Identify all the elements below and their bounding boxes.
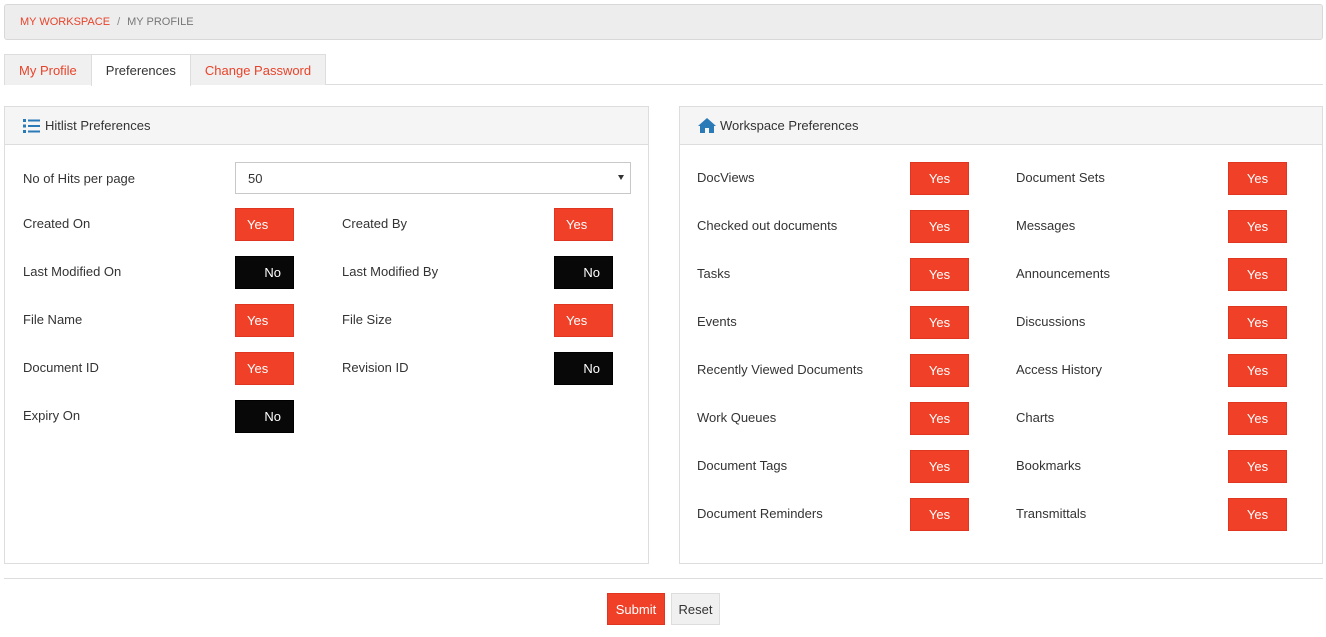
created-by-toggle[interactable]: Yes (554, 208, 613, 241)
reset-button[interactable]: Reset (671, 593, 720, 625)
file-name-label: File Name (23, 312, 83, 327)
transmittals-label: Transmittals (1016, 506, 1087, 521)
breadcrumb-separator: / (117, 16, 121, 28)
tab-change-password[interactable]: Change Password (189, 54, 327, 85)
messages-toggle[interactable]: Yes (1228, 210, 1287, 243)
last-modified-by-toggle[interactable]: No (554, 256, 613, 289)
created-by-label: Created By (342, 216, 408, 231)
breadcrumb-workspace-link[interactable]: MY WORKSPACE (20, 16, 110, 28)
breadcrumb-current: MY PROFILE (127, 16, 194, 28)
document-tags-label: Document Tags (697, 458, 788, 473)
announcements-toggle[interactable]: Yes (1228, 258, 1287, 291)
work-queues-label: Work Queues (697, 410, 777, 425)
workspace-panel-title: Workspace Preferences (720, 118, 859, 133)
hitlist-panel-title: Hitlist Preferences (45, 118, 151, 133)
document-reminders-toggle[interactable]: Yes (910, 498, 969, 531)
recently-viewed-documents-toggle[interactable]: Yes (910, 354, 969, 387)
file-name-toggle[interactable]: Yes (235, 304, 294, 337)
document-tags-toggle[interactable]: Yes (910, 450, 969, 483)
transmittals-toggle[interactable]: Yes (1228, 498, 1287, 531)
caret-down-icon (618, 175, 624, 180)
hits-per-page-label: No of Hits per page (23, 171, 136, 186)
discussions-label: Discussions (1016, 314, 1086, 329)
docviews-toggle[interactable]: Yes (910, 162, 969, 195)
list-icon (23, 118, 41, 134)
footer-divider (4, 578, 1323, 579)
expiry-on-toggle[interactable]: No (235, 400, 294, 433)
recently-viewed-documents-label: Recently Viewed Documents (697, 362, 863, 377)
home-icon (698, 118, 716, 134)
submit-button[interactable]: Submit (607, 593, 665, 625)
hitlist-preferences-panel: Hitlist Preferences No of Hits per page … (4, 106, 649, 564)
hits-per-page-value: 50 (248, 170, 263, 186)
tasks-label: Tasks (697, 266, 731, 281)
announcements-label: Announcements (1016, 266, 1110, 281)
docviews-label: DocViews (697, 170, 755, 185)
document-id-label: Document ID (23, 360, 99, 375)
document-sets-label: Document Sets (1016, 170, 1105, 185)
events-toggle[interactable]: Yes (910, 306, 969, 339)
charts-toggle[interactable]: Yes (1228, 402, 1287, 435)
last-modified-by-label: Last Modified By (342, 264, 439, 279)
access-history-label: Access History (1016, 362, 1102, 377)
tab-preferences[interactable]: Preferences (90, 54, 191, 86)
document-reminders-label: Document Reminders (697, 506, 823, 521)
work-queues-toggle[interactable]: Yes (910, 402, 969, 435)
workspace-preferences-panel: Workspace Preferences DocViews Yes Docum… (679, 106, 1323, 564)
revision-id-toggle[interactable]: No (554, 352, 613, 385)
bookmarks-label: Bookmarks (1016, 458, 1082, 473)
tab-my-profile[interactable]: My Profile (4, 54, 92, 85)
bookmarks-toggle[interactable]: Yes (1228, 450, 1287, 483)
checked-out-documents-label: Checked out documents (697, 218, 838, 233)
workspace-panel-heading: Workspace Preferences (680, 107, 1322, 145)
discussions-toggle[interactable]: Yes (1228, 306, 1287, 339)
tasks-toggle[interactable]: Yes (910, 258, 969, 291)
charts-label: Charts (1016, 410, 1055, 425)
created-on-label: Created On (23, 216, 91, 231)
tab-bar: My Profile Preferences Change Password (4, 54, 1323, 86)
hits-per-page-select[interactable]: 50 (235, 162, 631, 194)
events-label: Events (697, 314, 737, 329)
revision-id-label: Revision ID (342, 360, 409, 375)
last-modified-on-toggle[interactable]: No (235, 256, 294, 289)
expiry-on-label: Expiry On (23, 408, 81, 423)
access-history-toggle[interactable]: Yes (1228, 354, 1287, 387)
file-size-label: File Size (342, 312, 392, 327)
checked-out-documents-toggle[interactable]: Yes (910, 210, 969, 243)
document-sets-toggle[interactable]: Yes (1228, 162, 1287, 195)
messages-label: Messages (1016, 218, 1076, 233)
hitlist-panel-heading: Hitlist Preferences (5, 107, 648, 145)
last-modified-on-label: Last Modified On (23, 264, 122, 279)
document-id-toggle[interactable]: Yes (235, 352, 294, 385)
breadcrumb: MY WORKSPACE / MY PROFILE (4, 4, 1323, 40)
created-on-toggle[interactable]: Yes (235, 208, 294, 241)
file-size-toggle[interactable]: Yes (554, 304, 613, 337)
